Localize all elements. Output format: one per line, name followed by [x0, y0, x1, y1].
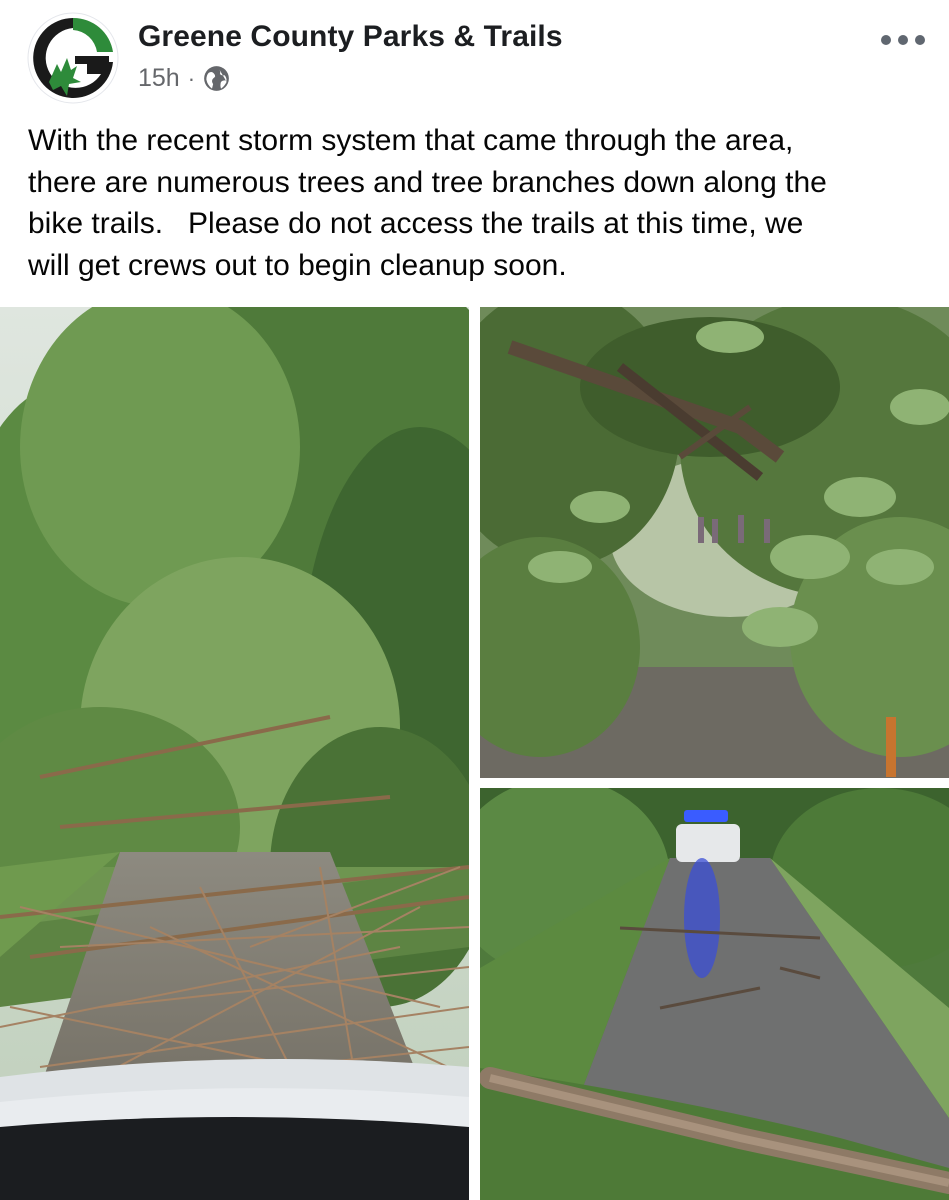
- post-photo-1[interactable]: [0, 307, 469, 1200]
- fallen-tree-image: [480, 307, 949, 778]
- page-name[interactable]: Greene County Parks & Trails: [138, 20, 563, 54]
- globe-icon: [204, 66, 229, 91]
- post-header: Greene County Parks & Trails 15h ·: [0, 0, 949, 110]
- police-vehicle-trail-image: [480, 788, 949, 1200]
- page-avatar[interactable]: [27, 12, 119, 104]
- post-photo-3[interactable]: [480, 788, 949, 1200]
- post-photo-2[interactable]: [480, 307, 949, 778]
- more-options-icon[interactable]: [881, 30, 925, 50]
- post-timestamp[interactable]: 15h: [138, 64, 180, 93]
- post-message: With the recent storm system that came t…: [28, 124, 827, 282]
- greene-county-logo-icon: [27, 12, 119, 104]
- meta-separator: ·: [187, 65, 196, 91]
- fallen-branches-trail-image: [0, 307, 469, 1200]
- post-meta: 15h ·: [138, 64, 230, 93]
